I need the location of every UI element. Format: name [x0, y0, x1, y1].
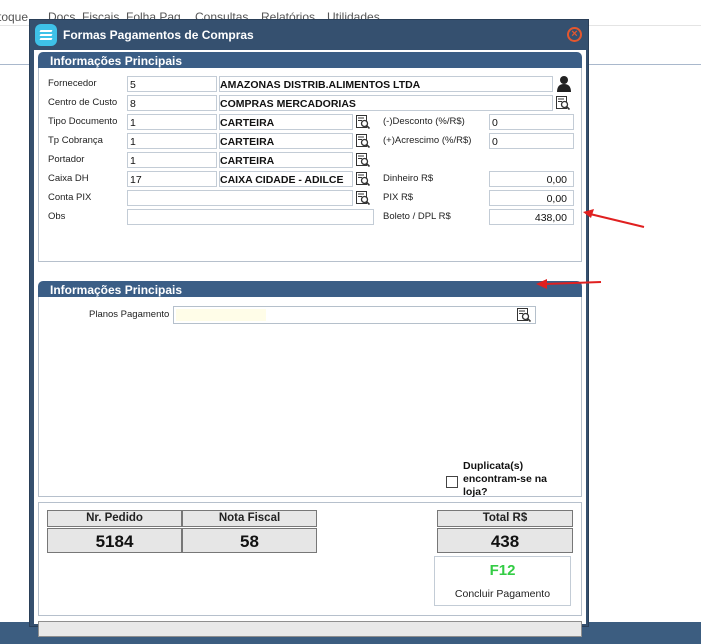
duplicata-label: Duplicata(s) encontram-se na loja? — [463, 460, 548, 498]
dialog-title: Formas Pagamentos de Compras — [63, 28, 254, 42]
tp-cobranca-label: Tp Cobrança — [48, 135, 103, 146]
close-icon[interactable]: × — [567, 27, 582, 42]
desconto-label: (-)Desconto (%/R$) — [383, 116, 465, 127]
acrescimo-field[interactable]: 0 — [489, 133, 574, 149]
portador-code-field[interactable]: 1 — [127, 152, 217, 168]
section-header-main: Informações Principais — [38, 52, 582, 68]
pix-label: PIX R$ — [383, 192, 414, 203]
tp-cobranca-name-field[interactable]: CARTEIRA — [219, 133, 353, 149]
section-title: Informações Principais — [50, 283, 183, 297]
tp-cobranca-code-field[interactable]: 1 — [127, 133, 217, 149]
centro-custo-label: Centro de Custo — [48, 97, 118, 108]
dialog-content: Informações Principais Fornecedor 5 AMAZ… — [34, 50, 586, 637]
tipo-documento-code-field[interactable]: 1 — [127, 114, 217, 130]
planos-pagamento-label: Planos Pagamento — [89, 309, 170, 320]
lookup-icon[interactable] — [517, 308, 531, 322]
nr-pedido-value: 5184 — [47, 528, 182, 553]
dinheiro-label: Dinheiro R$ — [383, 173, 434, 184]
f12-key-icon: F12 — [489, 562, 516, 579]
arrow-annotation — [583, 209, 645, 228]
planos-pagamento-field[interactable] — [173, 306, 536, 324]
centro-custo-code-field[interactable]: 8 — [127, 95, 217, 111]
fornecedor-name-field[interactable]: AMAZONAS DISTRIB.ALIMENTOS LTDA — [219, 76, 553, 92]
lookup-icon[interactable] — [356, 153, 370, 167]
fornecedor-label: Fornecedor — [48, 78, 97, 89]
lookup-icon[interactable] — [356, 191, 370, 205]
section-header-plans: Informações Principais — [38, 281, 582, 297]
conta-pix-field[interactable] — [127, 190, 353, 206]
lookup-icon[interactable] — [356, 172, 370, 186]
fornecedor-code-field[interactable]: 5 — [127, 76, 217, 92]
planos-pagamento-value — [176, 309, 266, 321]
boleto-label: Boleto / DPL R$ — [383, 211, 451, 222]
conta-pix-label: Conta PIX — [48, 192, 92, 203]
person-icon[interactable] — [556, 75, 572, 92]
portador-name-field[interactable]: CARTEIRA — [219, 152, 353, 168]
tipo-documento-name-field[interactable]: CARTEIRA — [219, 114, 353, 130]
dinheiro-field[interactable]: 0,00 — [489, 171, 574, 187]
caixa-dh-label: Caixa DH — [48, 173, 89, 184]
payment-dialog: Formas Pagamentos de Compras × Informaçõ… — [29, 19, 590, 637]
desconto-field[interactable]: 0 — [489, 114, 574, 130]
boleto-field[interactable]: 438,00 — [489, 209, 574, 225]
obs-label: Obs — [48, 211, 66, 222]
duplicata-checkbox[interactable] — [446, 476, 458, 488]
total-value: 438 — [437, 528, 573, 553]
centro-custo-name-field[interactable]: COMPRAS MERCADORIAS — [219, 95, 553, 111]
portador-label: Portador — [48, 154, 85, 165]
concluir-pagamento-button[interactable]: F12 Concluir Pagamento — [434, 556, 571, 606]
dialog-title-bar[interactable]: Formas Pagamentos de Compras × — [30, 20, 590, 50]
app-logo-icon — [35, 24, 57, 46]
caixa-dh-name-field[interactable]: CAIXA CIDADE - ADILCE — [219, 171, 353, 187]
tipo-documento-label: Tipo Documento — [48, 116, 118, 127]
section-title: Informações Principais — [50, 54, 183, 68]
nota-fiscal-header: Nota Fiscal — [182, 510, 317, 527]
menu-item-estoque[interactable]: toque — [0, 10, 28, 24]
nr-pedido-header: Nr. Pedido — [47, 510, 182, 527]
lookup-icon[interactable] — [556, 96, 570, 110]
lookup-icon[interactable] — [356, 115, 370, 129]
nota-fiscal-value: 58 — [182, 528, 317, 553]
caixa-dh-code-field[interactable]: 17 — [127, 171, 217, 187]
lookup-icon[interactable] — [356, 134, 370, 148]
concluir-pagamento-label: Concluir Pagamento — [454, 588, 551, 600]
obs-field[interactable] — [127, 209, 374, 225]
status-bar — [38, 621, 582, 637]
total-header: Total R$ — [437, 510, 573, 527]
acrescimo-label: (+)Acrescimo (%/R$) — [383, 135, 472, 146]
pix-field[interactable]: 0,00 — [489, 190, 574, 206]
arrow-annotation — [536, 279, 602, 289]
